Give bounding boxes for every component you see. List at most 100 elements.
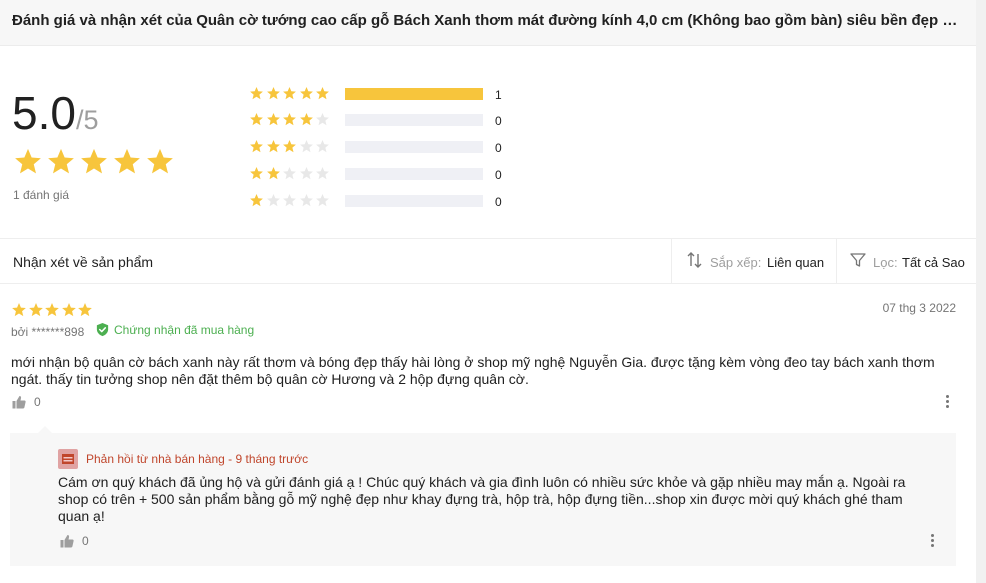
- star-icon: [45, 303, 59, 317]
- sort-dropdown[interactable]: Sắp xếp: Liên quan: [671, 239, 836, 283]
- distribution-row-1-star: 0: [249, 193, 519, 209]
- star-icon: [250, 112, 263, 126]
- shop-icon: [58, 449, 78, 469]
- star-icon: [78, 303, 92, 317]
- page-title: Đánh giá và nhận xét của Quân cờ tướng c…: [12, 12, 962, 29]
- review-stars: [11, 302, 94, 318]
- distribution-stars: [249, 86, 332, 101]
- average-score: 5.0/5: [12, 88, 98, 145]
- more-vertical-icon: [931, 534, 934, 537]
- sort-value: Liên quan: [767, 255, 825, 270]
- verified-purchase-text: Chứng nhận đã mua hàng: [114, 322, 255, 337]
- review-author: bởi *******898: [11, 325, 85, 339]
- reply-like-count: 0: [82, 534, 89, 548]
- star-icon: [250, 86, 263, 100]
- distribution-row-5-star: 1: [249, 86, 519, 102]
- more-vertical-icon-dot: [931, 539, 934, 542]
- more-vertical-icon-dot: [946, 405, 949, 408]
- scrollbar[interactable]: [976, 0, 986, 583]
- more-vertical-icon: [946, 395, 949, 398]
- star-icon: [266, 86, 280, 100]
- star-icon: [316, 86, 329, 100]
- star-icon: [283, 139, 296, 153]
- page-header: Đánh giá và nhận xét của Quân cờ tướng c…: [0, 0, 976, 46]
- distribution-bar: [345, 114, 483, 126]
- sort-label: Sắp xếp:: [710, 255, 762, 270]
- rating-summary: 5.0/5 1 đánh giá 1 0 0 0 0: [0, 46, 976, 238]
- star-icon: [147, 148, 173, 174]
- star-icon: [250, 166, 263, 180]
- star-icon: [114, 148, 140, 174]
- star-empty-icon: [316, 193, 329, 207]
- star-icon: [250, 193, 263, 207]
- distribution-count: 0: [495, 141, 502, 155]
- distribution-stars: [249, 193, 332, 208]
- distribution-bar: [345, 88, 483, 100]
- distribution-bar: [345, 168, 483, 180]
- star-empty-icon: [266, 193, 280, 207]
- reply-like-button[interactable]: 0: [60, 534, 89, 548]
- star-icon: [266, 112, 280, 126]
- star-icon: [283, 112, 296, 126]
- review-more-button[interactable]: [945, 394, 951, 410]
- reviews-toolbar: Nhận xét về sản phẩm Sắp xếp: Liên quan …: [0, 238, 976, 284]
- seller-reply-content: Cám ơn quý khách đã ủng hộ và gửi đánh g…: [58, 474, 906, 524]
- distribution-bar-fill: [345, 88, 483, 100]
- check-shield-icon: [96, 322, 109, 337]
- distribution-row-2-star: 0: [249, 166, 519, 182]
- star-icon: [266, 166, 280, 180]
- sort-icon: [687, 252, 702, 268]
- filter-value: Tất cả Sao: [902, 255, 965, 270]
- filter-icon: [850, 253, 866, 267]
- more-vertical-icon-dot: [946, 400, 949, 403]
- thumbs-up-icon: [60, 535, 74, 548]
- filter-dropdown[interactable]: Lọc: Tất cả Sao: [836, 239, 976, 283]
- score-value: 5.0: [12, 87, 76, 139]
- star-empty-icon: [283, 166, 296, 180]
- star-empty-icon: [299, 193, 313, 207]
- star-icon: [266, 139, 280, 153]
- distribution-count: 0: [495, 168, 502, 182]
- review-date: 07 thg 3 2022: [882, 301, 956, 315]
- star-icon: [299, 112, 313, 126]
- review-like-count: 0: [34, 395, 41, 409]
- star-icon: [28, 303, 43, 317]
- star-empty-icon: [283, 193, 296, 207]
- star-icon: [12, 303, 26, 317]
- star-icon: [61, 303, 76, 317]
- star-icon: [81, 148, 107, 174]
- shop-glyph: [62, 454, 74, 464]
- thumbs-up-icon: [12, 396, 26, 409]
- distribution-stars: [249, 112, 332, 127]
- star-icon: [299, 86, 313, 100]
- star-empty-icon: [299, 139, 313, 153]
- star-empty-icon: [316, 139, 329, 153]
- total-reviews: 1 đánh giá: [13, 188, 70, 202]
- reply-more-button[interactable]: [930, 533, 936, 549]
- star-icon: [15, 148, 41, 174]
- reviews-section-title: Nhận xét về sản phẩm: [13, 254, 154, 270]
- distribution-count: 0: [495, 195, 502, 209]
- average-stars: [13, 147, 178, 177]
- review-page: Đánh giá và nhận xét của Quân cờ tướng c…: [0, 0, 976, 583]
- reply-pointer: [38, 426, 52, 433]
- seller-reply: Phản hồi từ nhà bán hàng - 9 tháng trước…: [10, 433, 956, 566]
- star-empty-icon: [299, 166, 313, 180]
- distribution-bar: [345, 141, 483, 153]
- more-vertical-icon-dot: [931, 544, 934, 547]
- review-item: 07 thg 3 2022 bởi *******898 Chứng nhận …: [0, 284, 976, 583]
- review-like-button[interactable]: 0: [12, 395, 41, 409]
- distribution-row-3-star: 0: [249, 139, 519, 155]
- verified-purchase-badge: Chứng nhận đã mua hàng: [95, 322, 254, 337]
- score-max: /5: [75, 105, 99, 135]
- filter-label: Lọc:: [873, 255, 898, 270]
- distribution-stars: [249, 139, 332, 154]
- distribution-row-4-star: 0: [249, 112, 519, 128]
- star-icon: [250, 139, 263, 153]
- review-content: mới nhận bộ quân cờ bách xanh này rất th…: [11, 354, 935, 387]
- distribution-count: 1: [495, 88, 502, 102]
- distribution-stars: [249, 166, 332, 181]
- star-empty-icon: [316, 112, 329, 126]
- distribution-bar: [345, 195, 483, 207]
- star-icon: [48, 148, 74, 174]
